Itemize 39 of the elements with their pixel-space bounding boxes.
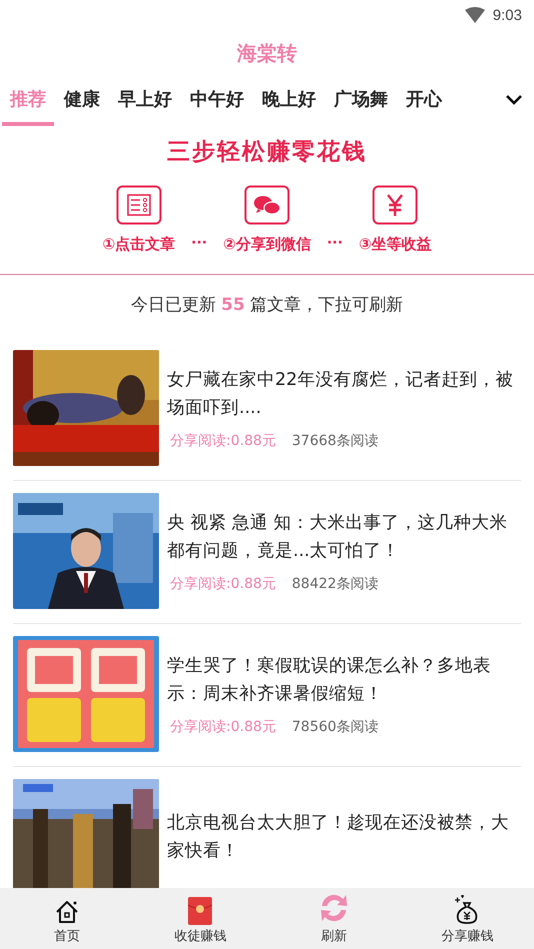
category-tab[interactable]: 中午好: [182, 76, 252, 126]
share-reward: 分享阅读:0.88元: [170, 718, 276, 736]
article-title: 女尸藏在家中22年没有腐烂，记者赶到，被场面吓到....: [167, 369, 514, 420]
update-notice: 今日已更新 55 篇文章，下拉可刷新: [130, 295, 404, 315]
yuan-icon: [372, 185, 418, 225]
nav-item[interactable]: 收徒赚钱: [134, 888, 267, 949]
app-title: 海棠转: [237, 41, 297, 65]
read-count: 88422条阅读: [292, 575, 378, 593]
nav-item[interactable]: 刷新: [267, 888, 400, 949]
envelope-icon: [188, 897, 212, 925]
read-count: 37668条阅读: [292, 432, 378, 450]
chevron-down-icon: [504, 92, 524, 106]
banner-title: 三步轻松赚零花钱: [167, 139, 367, 165]
category-tab[interactable]: 早上好: [110, 76, 180, 126]
nav-item[interactable]: 首页: [0, 888, 134, 949]
step-separator: ···: [326, 235, 344, 253]
category-tab[interactable]: 晚上好: [254, 76, 324, 126]
category-tab[interactable]: 健康: [56, 76, 108, 126]
chat-bubbles-icon: [244, 185, 290, 225]
wifi-icon: [464, 7, 485, 23]
share-reward: 分享阅读:0.88元: [170, 432, 276, 450]
article-title: 央 视紧 急通 知：大米出事了，这几种大米都有问题，竟是...太可怕了！: [167, 512, 509, 563]
article-item[interactable]: 女尸藏在家中22年没有腐烂，记者赶到，被场面吓到.... 分享阅读:0.88元 37668条阅读: [13, 338, 521, 481]
step-label: ③坐等收益: [358, 235, 432, 254]
article-title: 学生哭了！寒假耽误的课怎么补？多地表示：周末补齐课暑假缩短！: [167, 655, 492, 706]
article-title: 北京电视台太大胆了！趁现在还没被禁，大家快看！: [167, 812, 510, 863]
article-item[interactable]: 学生哭了！寒假耽误的课怎么补？多地表示：周末补齐课暑假缩短！ 分享阅读:0.88元 78560条阅读: [13, 624, 521, 767]
article-icon: [116, 185, 162, 225]
home-icon: [54, 899, 80, 925]
read-count: 78560条阅读: [292, 718, 378, 736]
step-label: ②分享到微信: [223, 235, 311, 254]
share-reward: 分享阅读:0.88元: [170, 575, 276, 593]
category-tab[interactable]: 开心: [398, 76, 450, 126]
nav-item[interactable]: 分享赚钱: [400, 888, 534, 949]
status-time: 9:03: [492, 6, 522, 24]
article-item[interactable]: 央 视紧 急通 知：大米出事了，这几种大米都有问题，竟是...太可怕了！ 分享阅读:0.88元 88422条阅读: [13, 481, 521, 624]
step-separator: ···: [190, 235, 208, 253]
step-label: ①点击文章: [102, 235, 176, 254]
category-tab[interactable]: 广场舞: [326, 76, 396, 126]
